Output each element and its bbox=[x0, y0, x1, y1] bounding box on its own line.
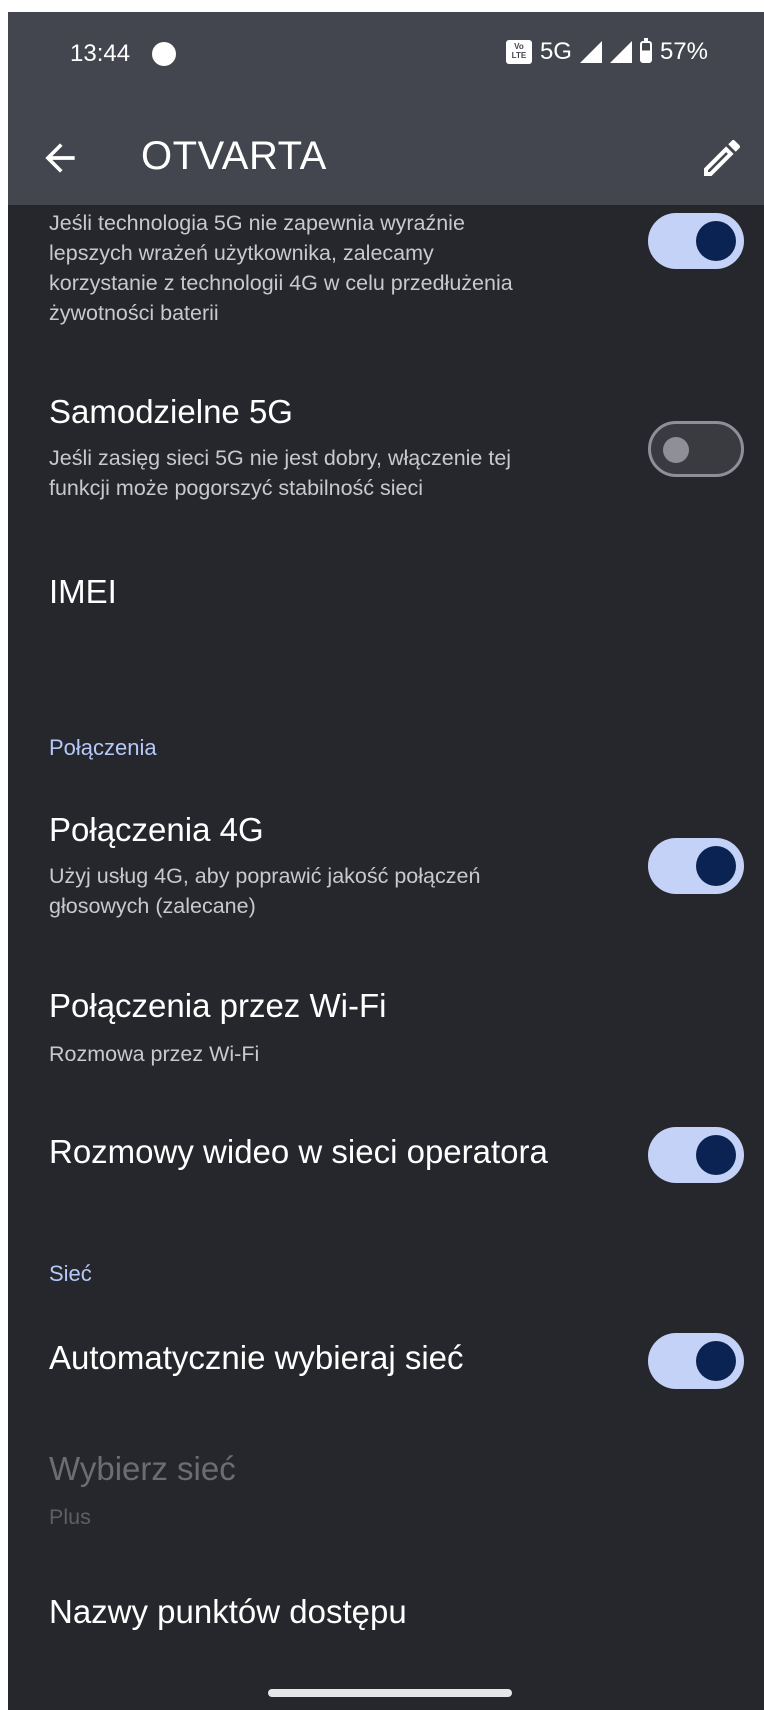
back-arrow-icon[interactable] bbox=[38, 136, 82, 180]
auto-network-title: Automatycznie wybieraj sieć bbox=[49, 1339, 464, 1376]
wifi-calling-description: Rozmowa przez Wi-Fi bbox=[49, 1042, 260, 1066]
prefer-4g-toggle[interactable] bbox=[648, 213, 744, 269]
video-calls-toggle[interactable] bbox=[648, 1127, 744, 1183]
prefer-4g-description: Jeśli technologia 5G nie zapewnia wyraźn… bbox=[49, 211, 513, 325]
choose-network-value: Plus bbox=[49, 1505, 91, 1529]
signal-icon-2 bbox=[609, 41, 632, 63]
toggle-knob bbox=[696, 1341, 736, 1381]
volte-calls-toggle[interactable] bbox=[648, 838, 744, 894]
battery-percent: 57% bbox=[659, 38, 708, 65]
status-time: 13:44 bbox=[70, 40, 131, 67]
volte-calls-description: Użyj usług 4G, aby poprawić jakość połąc… bbox=[49, 864, 481, 918]
settings-screen: 13:44 Vo LTE 5G 57% OTVARTA Jeśli techno… bbox=[8, 12, 764, 1710]
status-icons: Vo LTE 5G 57% bbox=[505, 38, 708, 66]
toggle-knob bbox=[663, 437, 689, 463]
network-section-header: Sieć bbox=[49, 1261, 92, 1286]
signal-icon bbox=[579, 41, 602, 63]
app-bar: 13:44 Vo LTE 5G 57% OTVARTA bbox=[8, 12, 764, 205]
standalone-5g-description: Jeśli zasięg sieci 5G nie jest dobry, wł… bbox=[49, 446, 512, 500]
toggle-knob bbox=[696, 1135, 736, 1175]
notification-dot-icon bbox=[152, 42, 176, 66]
edit-pencil-icon[interactable] bbox=[698, 134, 746, 182]
imei-title: IMEI bbox=[49, 573, 117, 610]
toggle-knob bbox=[696, 846, 736, 886]
volte-calls-title: Połączenia 4G bbox=[49, 811, 264, 848]
standalone-5g-toggle[interactable] bbox=[648, 421, 744, 477]
volte-icon: Vo LTE bbox=[505, 40, 532, 64]
wifi-calling-title: Połączenia przez Wi-Fi bbox=[49, 987, 387, 1024]
battery-icon bbox=[639, 38, 652, 63]
network-type: 5G bbox=[539, 38, 572, 65]
calls-section-header: Połączenia bbox=[49, 735, 157, 760]
video-calls-title: Rozmowy wideo w sieci operatora bbox=[49, 1133, 548, 1170]
page-title: OTVARTA bbox=[141, 134, 327, 178]
apn-title: Nazwy punktów dostępu bbox=[49, 1593, 407, 1630]
auto-network-toggle[interactable] bbox=[648, 1333, 744, 1389]
choose-network-title: Wybierz sieć bbox=[49, 1450, 236, 1487]
standalone-5g-title: Samodzielne 5G bbox=[49, 393, 293, 430]
gesture-home-bar[interactable] bbox=[268, 1689, 512, 1697]
toggle-knob bbox=[696, 221, 736, 261]
